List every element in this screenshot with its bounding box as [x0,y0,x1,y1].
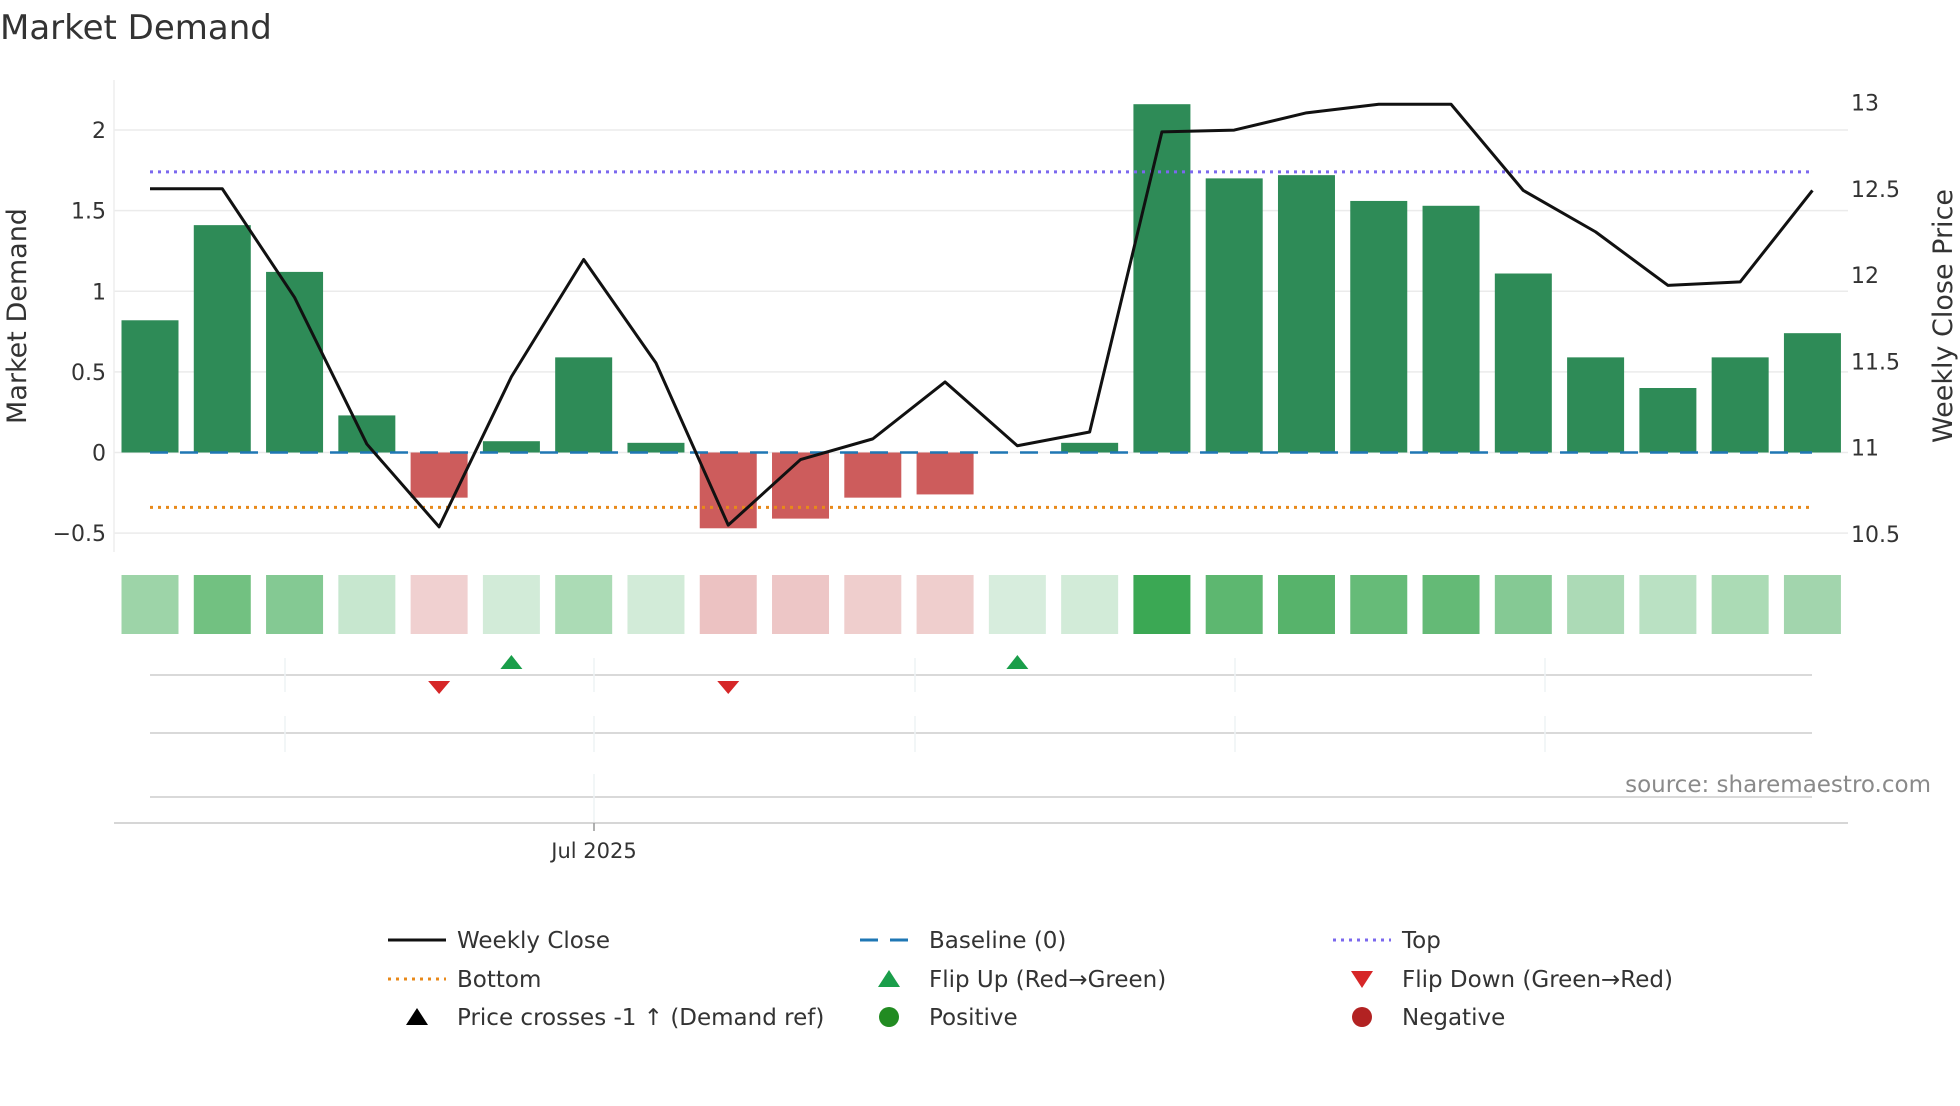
legend-label: Price crosses -1 ↑ (Demand ref) [457,1005,824,1031]
heat-cell [1783,575,1841,634]
y-tick-label: 0.5 [71,361,106,386]
flip-down-marker [428,681,451,694]
demand-bar [916,452,974,495]
y-tick-label: 0 [92,442,106,467]
y2-tick-label: 11.5 [1851,350,1900,375]
legend-label: Weekly Close [457,928,610,954]
heat-cell [844,575,902,634]
event-rows [114,655,1848,831]
weekly-close-polyline [150,102,1814,529]
legend-triangle-up-icon [878,970,900,987]
y-axis-label: Market Demand [2,208,33,424]
demand-bar [121,320,179,453]
flip-down-marker [717,681,740,694]
heat-cell [1350,575,1408,634]
demand-bar [193,225,251,453]
heat-cell [410,575,468,634]
demand-bar [482,441,540,453]
y2-tick-label: 10.5 [1851,523,1900,548]
demand-bar [1205,178,1263,453]
legend: Weekly Close Baseline (0) Top Bottom Flip Up… [388,928,1673,1031]
heat-cell [1133,575,1191,634]
demand-bar [1711,357,1769,453]
y2-tick-label: 13 [1851,92,1879,117]
heat-cell [555,575,613,634]
legend-label: Flip Down (Green→Red) [1402,967,1673,993]
demand-bar [1277,175,1335,453]
demand-bar [555,357,613,453]
legend-label: Negative [1402,1005,1505,1031]
gridlines [114,129,1848,534]
legend-label: Baseline (0) [929,928,1066,954]
heat-cell [1277,575,1335,634]
reference-lines [150,170,1812,509]
y2-tick-label: 12.5 [1851,178,1900,203]
legend-label: Top [1401,928,1441,954]
demand-bar [1061,442,1119,453]
heat-cell [916,575,974,634]
demand-bar [699,452,757,529]
flip-up-marker [500,655,523,669]
demand-bars [121,104,1841,529]
legend-circle-icon [879,1007,899,1027]
heat-cell [1205,575,1263,634]
legend-label: Flip Up (Red→Green) [929,967,1166,993]
heat-cell [1711,575,1769,634]
heat-cell [482,575,540,634]
x-tick-label: Jul 2025 [549,839,636,863]
legend-triangle-up-icon [406,1008,428,1025]
y-tick-label: 2 [92,119,106,144]
heat-cell [699,575,757,634]
market-demand-chart: Market Demand −0.500.511.5210.51111.5121… [0,8,1959,1031]
demand-bar [1422,205,1480,453]
chart-title: Market Demand [0,8,272,48]
y2-axis-label: Weekly Close Price [1928,189,1959,443]
heat-cell [1639,575,1697,634]
demand-bar [410,452,468,498]
axes: −0.500.511.5210.51111.51212.513 [53,80,1900,552]
heat-cell [772,575,830,634]
demand-bar [844,452,902,498]
heat-cell [338,575,396,634]
demand-bar [1494,273,1552,453]
heat-cell [1061,575,1119,634]
y-tick-label: 1 [92,280,106,305]
y-tick-label: 1.5 [71,200,106,225]
y2-tick-label: 11 [1851,437,1879,462]
legend-label: Positive [929,1005,1018,1031]
heat-strip [121,575,1841,634]
demand-bar [1567,357,1625,453]
heat-cell [1422,575,1480,634]
heat-cell [193,575,251,634]
weekly-close-line [150,102,1814,529]
source-note: source: sharemaestro.com [1625,772,1931,798]
demand-bar [1639,388,1697,453]
heat-cell [121,575,179,634]
legend-label: Bottom [457,967,541,993]
flip-up-marker [1006,655,1029,669]
y-tick-label: −0.5 [53,522,106,547]
heat-cell [988,575,1046,634]
heat-cell [1494,575,1552,634]
heat-cell [1567,575,1625,634]
legend-circle-icon [1352,1007,1372,1027]
demand-bar [627,442,685,453]
demand-bar [1783,333,1841,453]
demand-bar [338,415,396,453]
y2-tick-label: 12 [1851,264,1879,289]
demand-bar [1350,200,1408,453]
heat-cell [627,575,685,634]
demand-bar [1133,104,1191,453]
heat-cell [266,575,324,634]
legend-triangle-down-icon [1351,971,1373,988]
